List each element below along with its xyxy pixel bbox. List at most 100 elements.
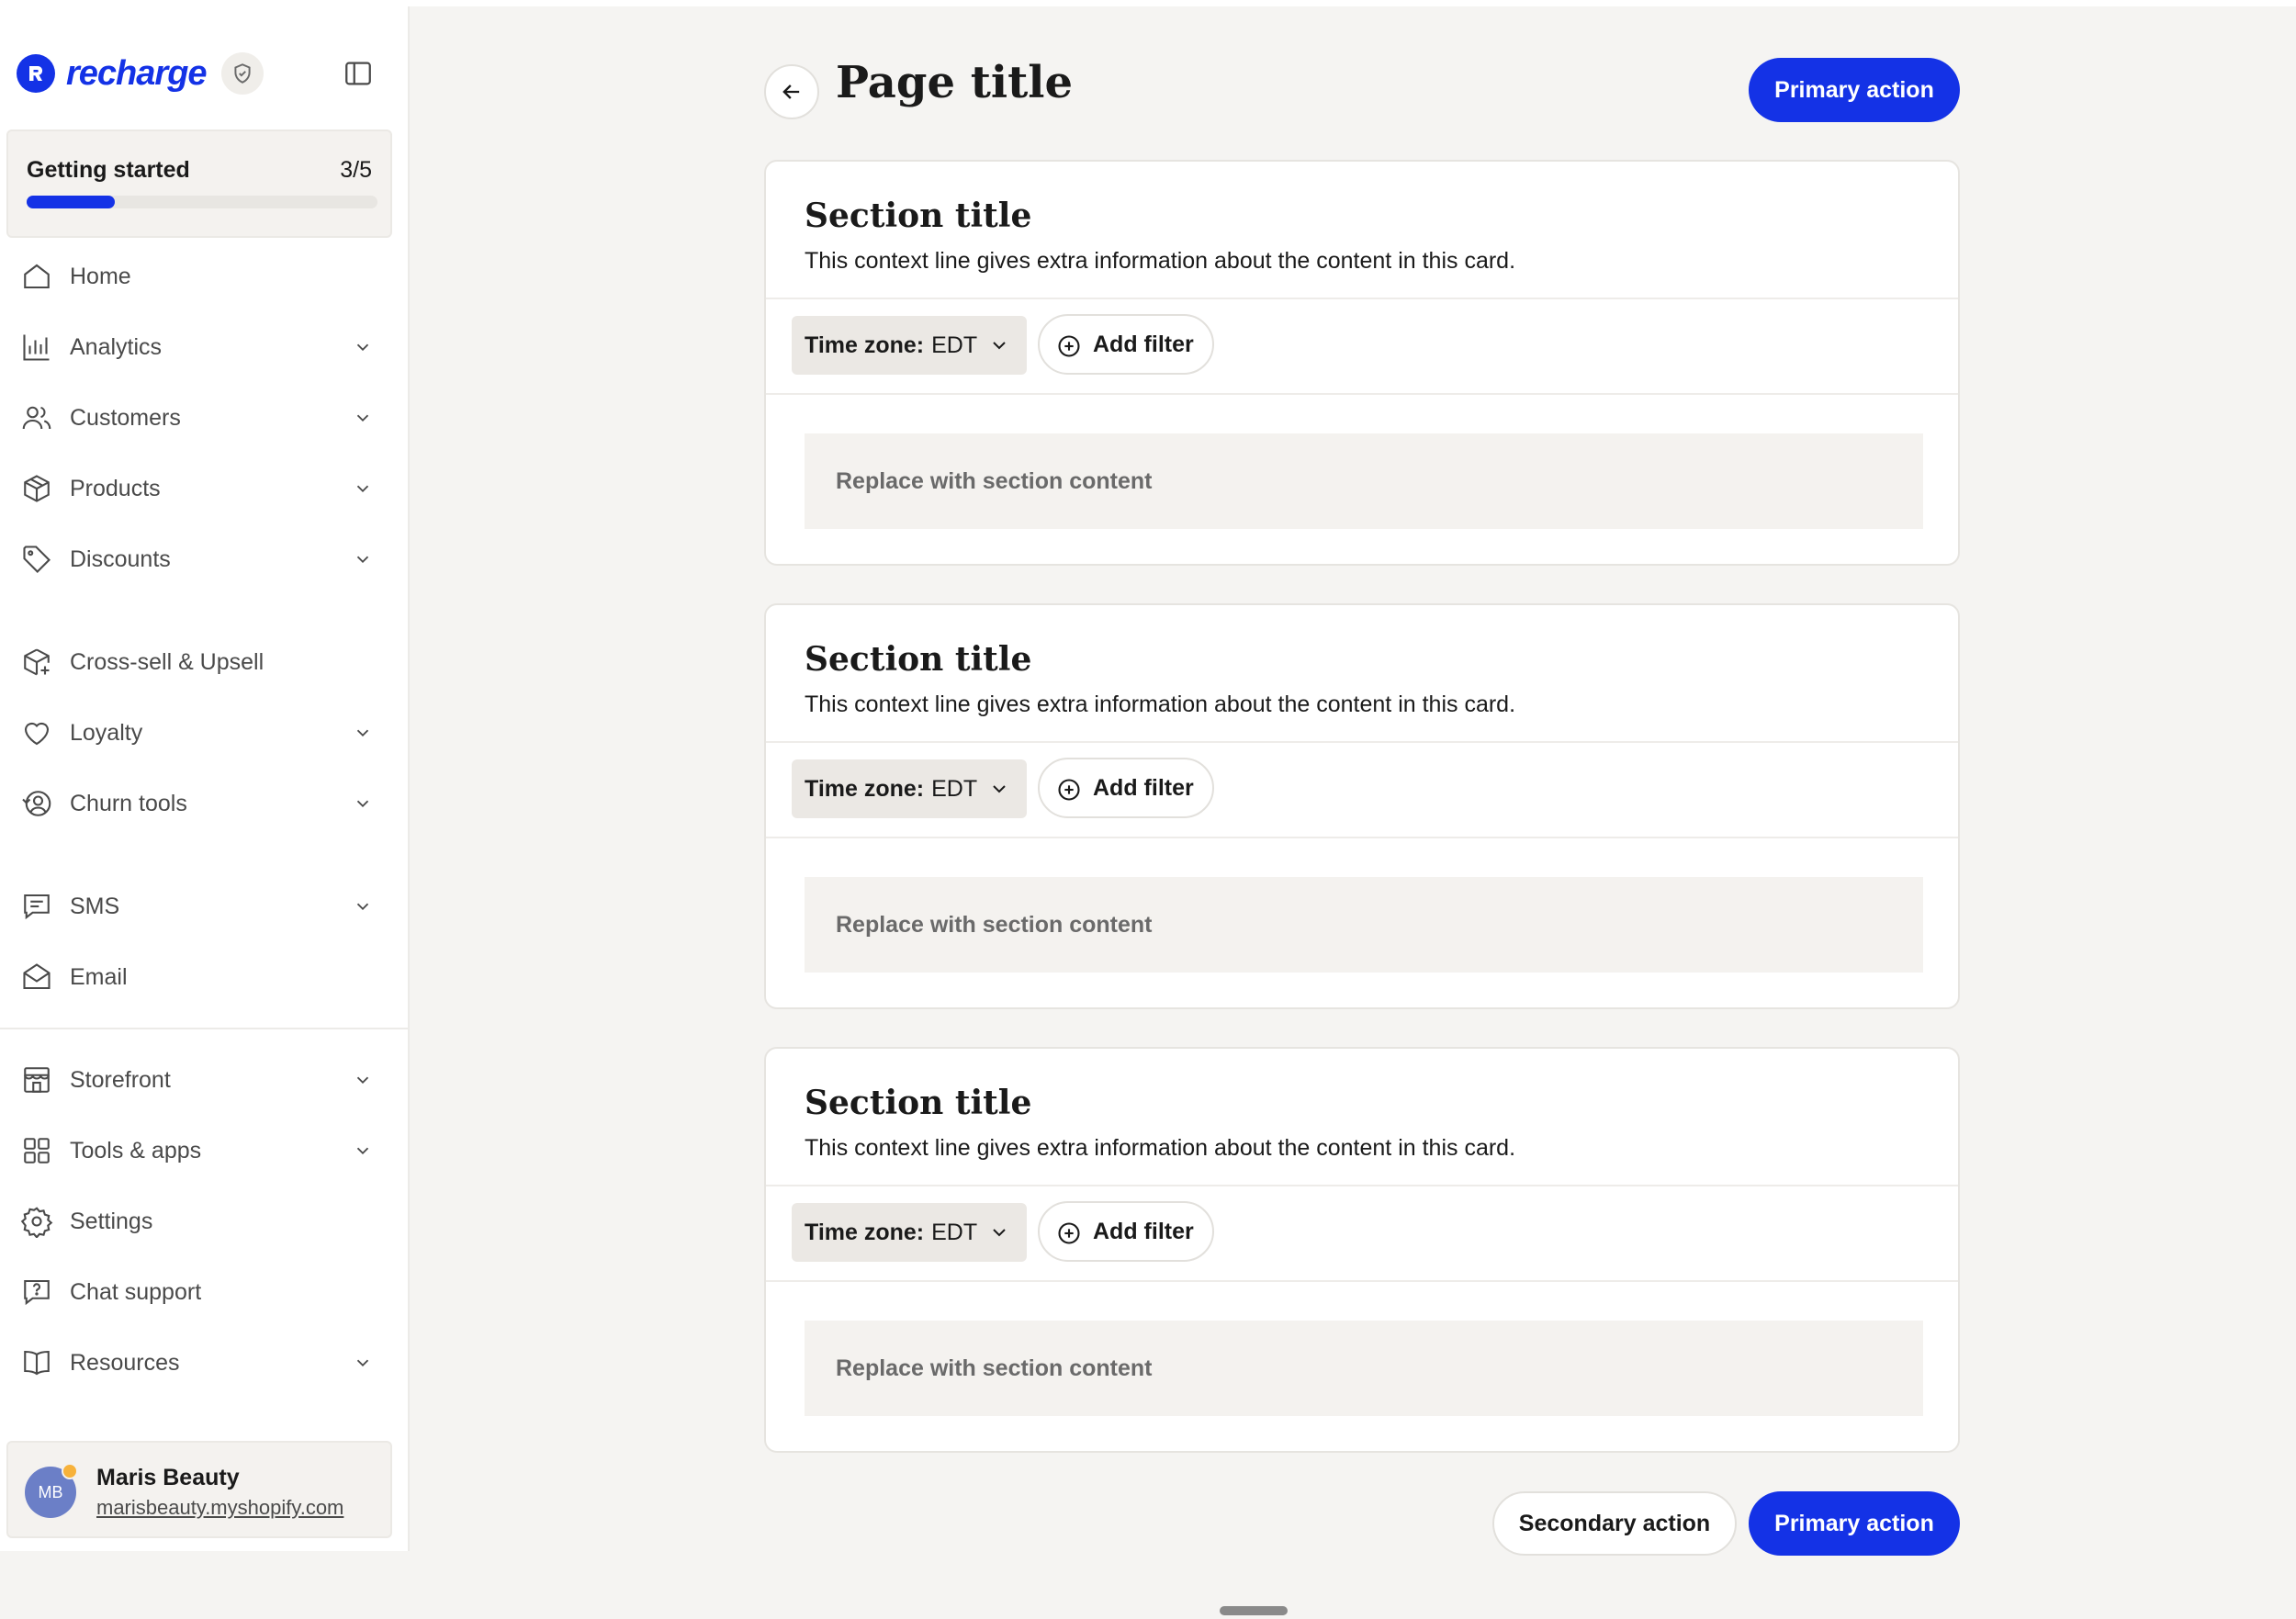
sidebar-item-label: Loyalty [70,719,143,746]
mail-icon [18,959,55,995]
sidebar-item-customers[interactable]: Customers [0,388,410,447]
back-button[interactable] [764,64,819,119]
sidebar-item-analytics[interactable]: Analytics [0,318,410,377]
timezone-select[interactable]: Time zone: EDT [792,759,1027,818]
card-divider [766,741,1958,743]
chevron-down-icon [993,342,1006,350]
add-filter-label: Add filter [1093,774,1194,801]
sidebar-item-label: SMS [70,893,120,919]
message-icon [18,888,55,925]
getting-started-progress [27,196,377,208]
page-title: Page title [836,57,1074,108]
add-filter-button[interactable]: Add filter [1038,758,1214,818]
sidebar-item-sms[interactable]: SMS [0,877,410,936]
sidebar-item-label: Cross-sell & Upsell [70,648,264,675]
card-divider [766,298,1958,299]
recharge-logo-icon [17,54,55,93]
sidebar-item-label: Email [70,963,128,990]
card-divider [766,837,1958,838]
section-card: Section title This context line gives ex… [764,603,1960,1009]
sidebar-item-label: Chat support [70,1278,202,1305]
sidebar-item-label: Discounts [70,545,171,572]
section-card: Section title This context line gives ex… [764,160,1960,566]
box-plus-icon [18,644,55,680]
sidebar-item-tools-apps[interactable]: Tools & apps [0,1121,410,1180]
section-context: This context line gives extra informatio… [805,1135,1516,1161]
section-title: Section title [805,1084,1032,1122]
sidebar-item-label: Storefront [70,1066,171,1093]
account-name: Maris Beauty [96,1465,240,1490]
timezone-value: EDT [931,1219,978,1245]
status-dot [62,1463,78,1479]
chevron-down-icon[interactable] [349,790,377,817]
chevron-down-icon[interactable] [349,475,377,502]
footer-primary-action-button[interactable]: Primary action [1749,1491,1960,1556]
account-url[interactable]: marisbeauty.myshopify.com [96,1496,343,1520]
grid-icon [18,1132,55,1169]
sidebar-item-label: Analytics [70,333,163,360]
sidebar-item-label: Customers [70,404,181,431]
add-filter-button[interactable]: Add filter [1038,1201,1214,1262]
sidebar-toggle-icon[interactable] [342,57,375,90]
chat-question-icon [18,1274,55,1310]
chevron-down-icon[interactable] [349,545,377,573]
secondary-action-button[interactable]: Secondary action [1492,1491,1737,1556]
sidebar-item-cross-sell[interactable]: Cross-sell & Upsell [0,633,410,691]
tag-icon [18,541,55,578]
book-icon [18,1344,55,1381]
section-context: This context line gives extra informatio… [805,248,1516,274]
top-strip [0,0,2296,6]
sidebar-item-discounts[interactable]: Discounts [0,530,410,589]
sidebar-item-loyalty[interactable]: Loyalty [0,703,410,762]
section-content-placeholder: Replace with section content [805,877,1923,973]
home-icon [18,258,55,295]
card-divider [766,1280,1958,1282]
sidebar-item-label: Resources [70,1349,180,1376]
card-divider [766,1185,1958,1186]
chevron-down-icon[interactable] [349,1137,377,1164]
brand[interactable]: recharge [17,48,264,99]
sidebar-item-label: Settings [70,1208,153,1234]
section-card: Section title This context line gives ex… [764,1047,1960,1453]
section-content-label: Replace with section content [836,911,1153,938]
sidebar-item-storefront[interactable]: Storefront [0,1051,410,1109]
sidebar-item-chat-support[interactable]: Chat support [0,1263,410,1321]
chevron-down-icon[interactable] [349,404,377,432]
chevron-down-icon[interactable] [349,1349,377,1377]
shield-check-icon[interactable] [220,52,264,95]
plus-circle-icon [1058,779,1080,801]
section-content-label: Replace with section content [836,1355,1153,1381]
sidebar-item-products[interactable]: Products [0,459,410,518]
card-divider [766,393,1958,395]
chevron-down-icon[interactable] [349,719,377,747]
add-filter-button[interactable]: Add filter [1038,314,1214,375]
sidebar-item-settings[interactable]: Settings [0,1192,410,1251]
sidebar-item-resources[interactable]: Resources [0,1333,410,1392]
chevron-down-icon[interactable] [349,1066,377,1094]
sidebar-item-email[interactable]: Email [0,948,410,1006]
gear-icon [18,1203,55,1240]
storefront-icon [18,1062,55,1098]
sidebar-item-label: Home [70,263,131,289]
sidebar-item-churn-tools[interactable]: Churn tools [0,774,410,833]
timezone-value: EDT [931,332,978,358]
chevron-down-icon[interactable] [349,333,377,361]
getting-started-count: 3/5 [340,157,372,183]
timezone-select[interactable]: Time zone: EDT [792,1203,1027,1262]
timezone-label: Time zone: [805,775,925,802]
brand-name: recharge [66,53,208,93]
getting-started-progress-fill [27,196,115,208]
timezone-label: Time zone: [805,1219,925,1245]
sidebar-item-home[interactable]: Home [0,247,410,306]
section-content-placeholder: Replace with section content [805,1321,1923,1416]
timezone-label: Time zone: [805,332,925,358]
timezone-select[interactable]: Time zone: EDT [792,316,1027,375]
account-switcher[interactable]: MB Maris Beauty marisbeauty.myshopify.co… [6,1441,392,1538]
add-filter-label: Add filter [1093,331,1194,357]
section-content-label: Replace with section content [836,467,1153,494]
getting-started-card[interactable]: Getting started 3/5 [6,129,392,238]
primary-action-button[interactable]: Primary action [1749,58,1960,122]
chevron-down-icon[interactable] [349,893,377,920]
bar-chart-icon [18,329,55,365]
heart-icon [18,714,55,751]
